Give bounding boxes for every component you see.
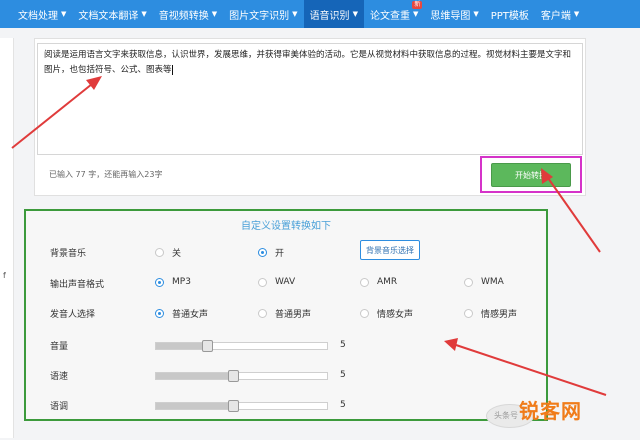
bg-music-on-option[interactable]: 开 [258,246,284,259]
convert-highlight-box: 开始转换 [480,156,582,193]
volume-value: 5 [340,340,346,350]
caret-down-icon: ▼ [141,10,147,18]
caret-down-icon: ▼ [211,10,218,18]
text-cursor [171,64,173,75]
nav-item-label: PPT模板 [490,10,529,22]
voice-emotional-male-option[interactable]: 情感男声 [464,307,517,320]
bg-music-select-button[interactable]: 背景音乐选择 [360,240,420,260]
slider-fill [156,403,233,409]
volume-slider[interactable] [155,340,328,352]
nav-item-label: 音视频转换 [158,10,209,22]
option-label: MP3 [172,277,191,287]
format-amr-option[interactable]: AMR [360,277,397,287]
pitch-value: 5 [340,400,346,410]
nav-item-0[interactable]: 文档处理 ▼ [12,0,72,28]
radio-icon[interactable] [155,309,164,318]
option-label: 普通男声 [275,310,312,320]
nav-item-label: 文档处理 [18,10,58,22]
text-input-area[interactable]: 阅读是运用语言文字来获取信息，认识世界，发展思维，并获得审美体验的活动。它是从视… [37,43,583,155]
watermark-subtext: 头条号 [494,411,518,420]
format-label: 输出声音格式 [50,280,105,290]
caret-down-icon: ▼ [61,10,67,18]
bg-music-label: 背景音乐 [50,249,87,259]
radio-icon[interactable] [155,277,164,287]
top-nav: 文档处理 ▼ 文档文本翻译 ▼ 音视频转换 ▼ 图片文字识别 ▼ 语音识别 ▼ 论文查重 ▼ 新思维导图… [0,0,640,28]
nav-item-6[interactable]: 思维导图 ▼ [424,0,484,28]
slider-handle[interactable] [202,340,214,352]
voice-female-option[interactable]: 普通女声 [155,307,208,320]
option-label: AMR [377,277,398,287]
radio-icon[interactable] [155,248,164,257]
radio-icon[interactable] [258,309,267,318]
pitch-label: 语调 [50,402,69,412]
radio-icon[interactable] [258,277,267,287]
caret-down-icon: ▼ [292,10,298,18]
nav-item-8[interactable]: 客户端 ▼ [535,0,585,28]
settings-title: 自定义设置转换如下 [241,221,331,232]
slider-fill [156,343,208,349]
voice-emotional-female-option[interactable]: 情感女声 [360,307,413,320]
slider-handle[interactable] [227,370,239,382]
option-label: 普通女声 [172,310,209,320]
char-counter: 已输入 77 字，还能再输入23字 [49,170,163,179]
nav-item-label: 文档文本翻译 [78,10,139,22]
volume-label: 音量 [50,342,69,352]
format-wma-option[interactable]: WMA [464,277,504,287]
option-label: 情感男声 [481,310,518,320]
nav-item-4[interactable]: 语音识别 ▼ [303,0,364,28]
editor-card: 阅读是运用语言文字来获取信息，认识世界，发展思维，并获得审美体验的活动。它是从视… [34,38,586,196]
option-label: WMA [481,277,504,287]
left-panel-fragment: f [3,271,6,280]
voice-male-option[interactable]: 普通男声 [258,307,311,320]
format-mp3-option[interactable]: MP3 [155,277,191,287]
caret-down-icon: ▼ [352,10,358,18]
nav-item-2[interactable]: 音视频转换 ▼ [153,0,223,28]
speed-value: 5 [340,370,346,380]
nav-item-label: 论文查重 [369,10,410,22]
left-panel: f [0,38,14,438]
custom-settings-panel: 自定义设置转换如下 背景音乐 关 开 背景音乐选择 输出声音格式 MP3 WAV… [24,209,548,421]
nav-item-3[interactable]: 图片文字识别 ▼ [223,0,303,28]
voice-label: 发音人选择 [50,310,96,320]
speed-label: 语速 [50,372,69,382]
nav-item-1[interactable]: 文档文本翻译 ▼ [72,0,152,28]
option-label: 情感女声 [377,310,414,320]
nav-item-7[interactable]: PPT模板 [485,0,535,28]
option-label: 关 [172,249,182,259]
caret-down-icon: ▼ [412,10,419,18]
nav-item-label: 思维导图 [430,10,471,22]
new-badge: 新 [412,1,423,9]
nav-item-label: 图片文字识别 [229,10,290,22]
format-wav-option[interactable]: WAV [258,277,295,287]
option-label: 开 [275,249,285,259]
radio-icon[interactable] [360,277,369,287]
nav-item-label: 语音识别 [309,10,350,22]
bg-music-off-option[interactable]: 关 [155,246,181,259]
input-text: 阅读是运用语言文字来获取信息，认识世界，发展思维，并获得审美体验的活动。它是从视… [44,50,572,75]
radio-icon[interactable] [464,309,473,318]
slider-handle[interactable] [227,400,239,412]
radio-icon[interactable] [360,309,369,318]
start-convert-button[interactable]: 开始转换 [491,163,571,187]
caret-down-icon: ▼ [473,10,479,18]
speed-slider[interactable] [155,370,328,382]
radio-icon[interactable] [258,248,267,257]
nav-item-5[interactable]: 论文查重 ▼ 新 [364,0,424,28]
radio-icon[interactable] [464,277,473,287]
option-label: WAV [275,277,296,287]
slider-fill [156,373,233,379]
caret-down-icon: ▼ [573,10,580,18]
watermark-text: 锐客网 [519,399,582,423]
pitch-slider[interactable] [155,400,328,412]
nav-item-label: 客户端 [540,10,571,22]
